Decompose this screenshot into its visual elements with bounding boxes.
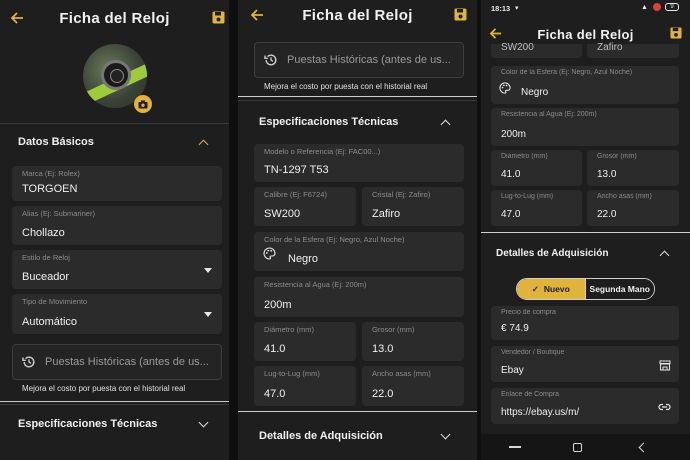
- section-acquisition[interactable]: Detalles de Adquisición: [259, 430, 383, 442]
- chevron-down-icon[interactable]: [440, 429, 451, 440]
- camera-icon: [138, 100, 148, 108]
- movement-type-select[interactable]: Tipo de Movimiento Automático: [12, 294, 222, 334]
- arrow-back-icon[interactable]: [250, 8, 264, 22]
- crystal-field[interactable]: Zafiro: [587, 42, 679, 58]
- water-resistance-field[interactable]: Resistencia al Agua (Ej: 200m) 200m: [491, 108, 679, 146]
- model-reference-field[interactable]: Modelo o Referencia (Ej: FAC00...) TN-12…: [254, 144, 464, 182]
- battery-icon: 9: [665, 3, 679, 11]
- section-tech-specs[interactable]: Especificaciones Técnicas: [259, 116, 398, 128]
- save-icon[interactable]: [212, 11, 225, 24]
- dropdown-arrow-icon: [204, 312, 212, 317]
- alias-field[interactable]: Alias (Ej: Submariner) Chollazo: [12, 206, 222, 245]
- dial-color-field[interactable]: Color de la Esfera (Ej: Negro, Azul Noch…: [254, 232, 464, 271]
- dial-color-field[interactable]: Color de la Esfera (Ej: Negro, Azul Noch…: [491, 66, 679, 104]
- arrow-back-icon[interactable]: [489, 27, 502, 40]
- notification-icon: ▾: [515, 5, 519, 12]
- divider: [0, 401, 229, 402]
- check-icon: ✓: [531, 283, 539, 294]
- water-resistance-field[interactable]: Resistencia al Agua (Ej: 200m) 200m: [254, 277, 464, 317]
- diameter-field[interactable]: Diámetro (mm) 41.0: [491, 150, 582, 186]
- purchase-price-field[interactable]: Precio de compra € 74.9: [491, 306, 679, 340]
- crystal-field[interactable]: Cristal (Ej: Zafiro) Zafiro: [362, 187, 464, 226]
- signal-icon: ▲: [641, 4, 648, 11]
- section-acquisition[interactable]: Detalles de Adquisición: [496, 248, 608, 259]
- vendor-field[interactable]: Vendedor / Boutique Ebay: [491, 346, 679, 382]
- chevron-down-icon[interactable]: [198, 417, 209, 428]
- camera-button[interactable]: [134, 95, 152, 113]
- menu-nav-icon[interactable]: [509, 446, 521, 448]
- save-icon[interactable]: [670, 27, 682, 39]
- lug-to-lug-field[interactable]: Lug-to-Lug (mm) 47.0: [254, 366, 356, 406]
- brand-field[interactable]: Marca (Ej: Rolex) TORGOEN: [12, 166, 222, 201]
- screen-1: Ficha del Reloj Datos Básicos Marca (Ej:…: [0, 0, 229, 460]
- section-basic-data[interactable]: Datos Básicos: [18, 136, 94, 148]
- history-hint: Mejora el costo por puesta con el histor…: [22, 384, 186, 393]
- caliber-field[interactable]: SW200: [491, 42, 582, 58]
- gap: [229, 0, 238, 460]
- purchase-link-field[interactable]: Enlace de Compra https://ebay.us/m/: [491, 388, 679, 424]
- divider: [0, 123, 229, 124]
- lug-to-lug-field[interactable]: Lug-to-Lug (mm) 47.0: [491, 190, 582, 226]
- lug-width-field[interactable]: Ancho asas (mm) 22.0: [587, 190, 679, 226]
- watch-style-select[interactable]: Estilo de Reloj Buceador: [12, 250, 222, 289]
- page-title: Ficha del Reloj: [537, 26, 634, 42]
- back-nav-icon[interactable]: [638, 442, 649, 453]
- diameter-field[interactable]: Diámetro (mm) 41.0: [254, 322, 356, 361]
- app-bar: Ficha del Reloj: [238, 0, 477, 36]
- divider: [238, 100, 477, 101]
- status-bar: 18:13 ▾ ▲ 9: [481, 0, 690, 14]
- condition-used-option[interactable]: Segunda Mano: [584, 279, 654, 299]
- system-nav-bar: [481, 434, 690, 460]
- history-icon: [22, 356, 35, 368]
- divider: [238, 411, 477, 412]
- divider: [238, 96, 477, 97]
- dropdown-arrow-icon: [204, 267, 212, 273]
- screen-2: Ficha del Reloj Puestas Históricas (ante…: [238, 0, 477, 460]
- record-icon: [653, 3, 661, 11]
- history-wears-input[interactable]: Puestas Históricas (antes de us...: [12, 344, 222, 380]
- condition-new-option[interactable]: ✓ Nuevo: [517, 279, 585, 299]
- lug-width-field[interactable]: Ancho asas (mm) 22.0: [362, 366, 464, 406]
- caliber-field[interactable]: Calibre (Ej: F6724) SW200: [254, 187, 356, 226]
- screen-3: 18:13 ▾ ▲ 9 Ficha del Reloj SW200 Zafiro…: [481, 0, 690, 460]
- history-icon: [264, 54, 277, 66]
- history-wears-input[interactable]: Puestas Históricas (antes de us...: [254, 42, 464, 78]
- recents-icon[interactable]: [573, 443, 582, 452]
- arrow-back-icon[interactable]: [10, 11, 24, 25]
- chevron-up-icon[interactable]: [440, 119, 451, 130]
- divider: [481, 232, 690, 233]
- page-title: Ficha del Reloj: [59, 9, 170, 27]
- page-title: Ficha del Reloj: [302, 6, 413, 24]
- status-time: 18:13: [491, 4, 511, 13]
- link-icon[interactable]: [658, 403, 671, 411]
- save-icon[interactable]: [454, 8, 467, 21]
- palette-icon: [499, 82, 511, 94]
- palette-icon: [263, 247, 276, 260]
- thickness-field[interactable]: Grosor (mm) 13.0: [362, 322, 464, 361]
- thickness-field[interactable]: Grosor (mm) 13.0: [587, 150, 679, 186]
- divider: [0, 404, 229, 405]
- history-hint: Mejora el costo por puesta con el histor…: [264, 82, 428, 91]
- section-tech-specs[interactable]: Especificaciones Técnicas: [18, 418, 157, 430]
- chevron-up-icon[interactable]: [198, 139, 209, 150]
- chevron-up-icon[interactable]: [659, 250, 670, 261]
- store-icon: [659, 360, 671, 371]
- condition-toggle[interactable]: ✓ Nuevo Segunda Mano: [516, 278, 655, 300]
- app-bar: Ficha del Reloj: [0, 0, 229, 36]
